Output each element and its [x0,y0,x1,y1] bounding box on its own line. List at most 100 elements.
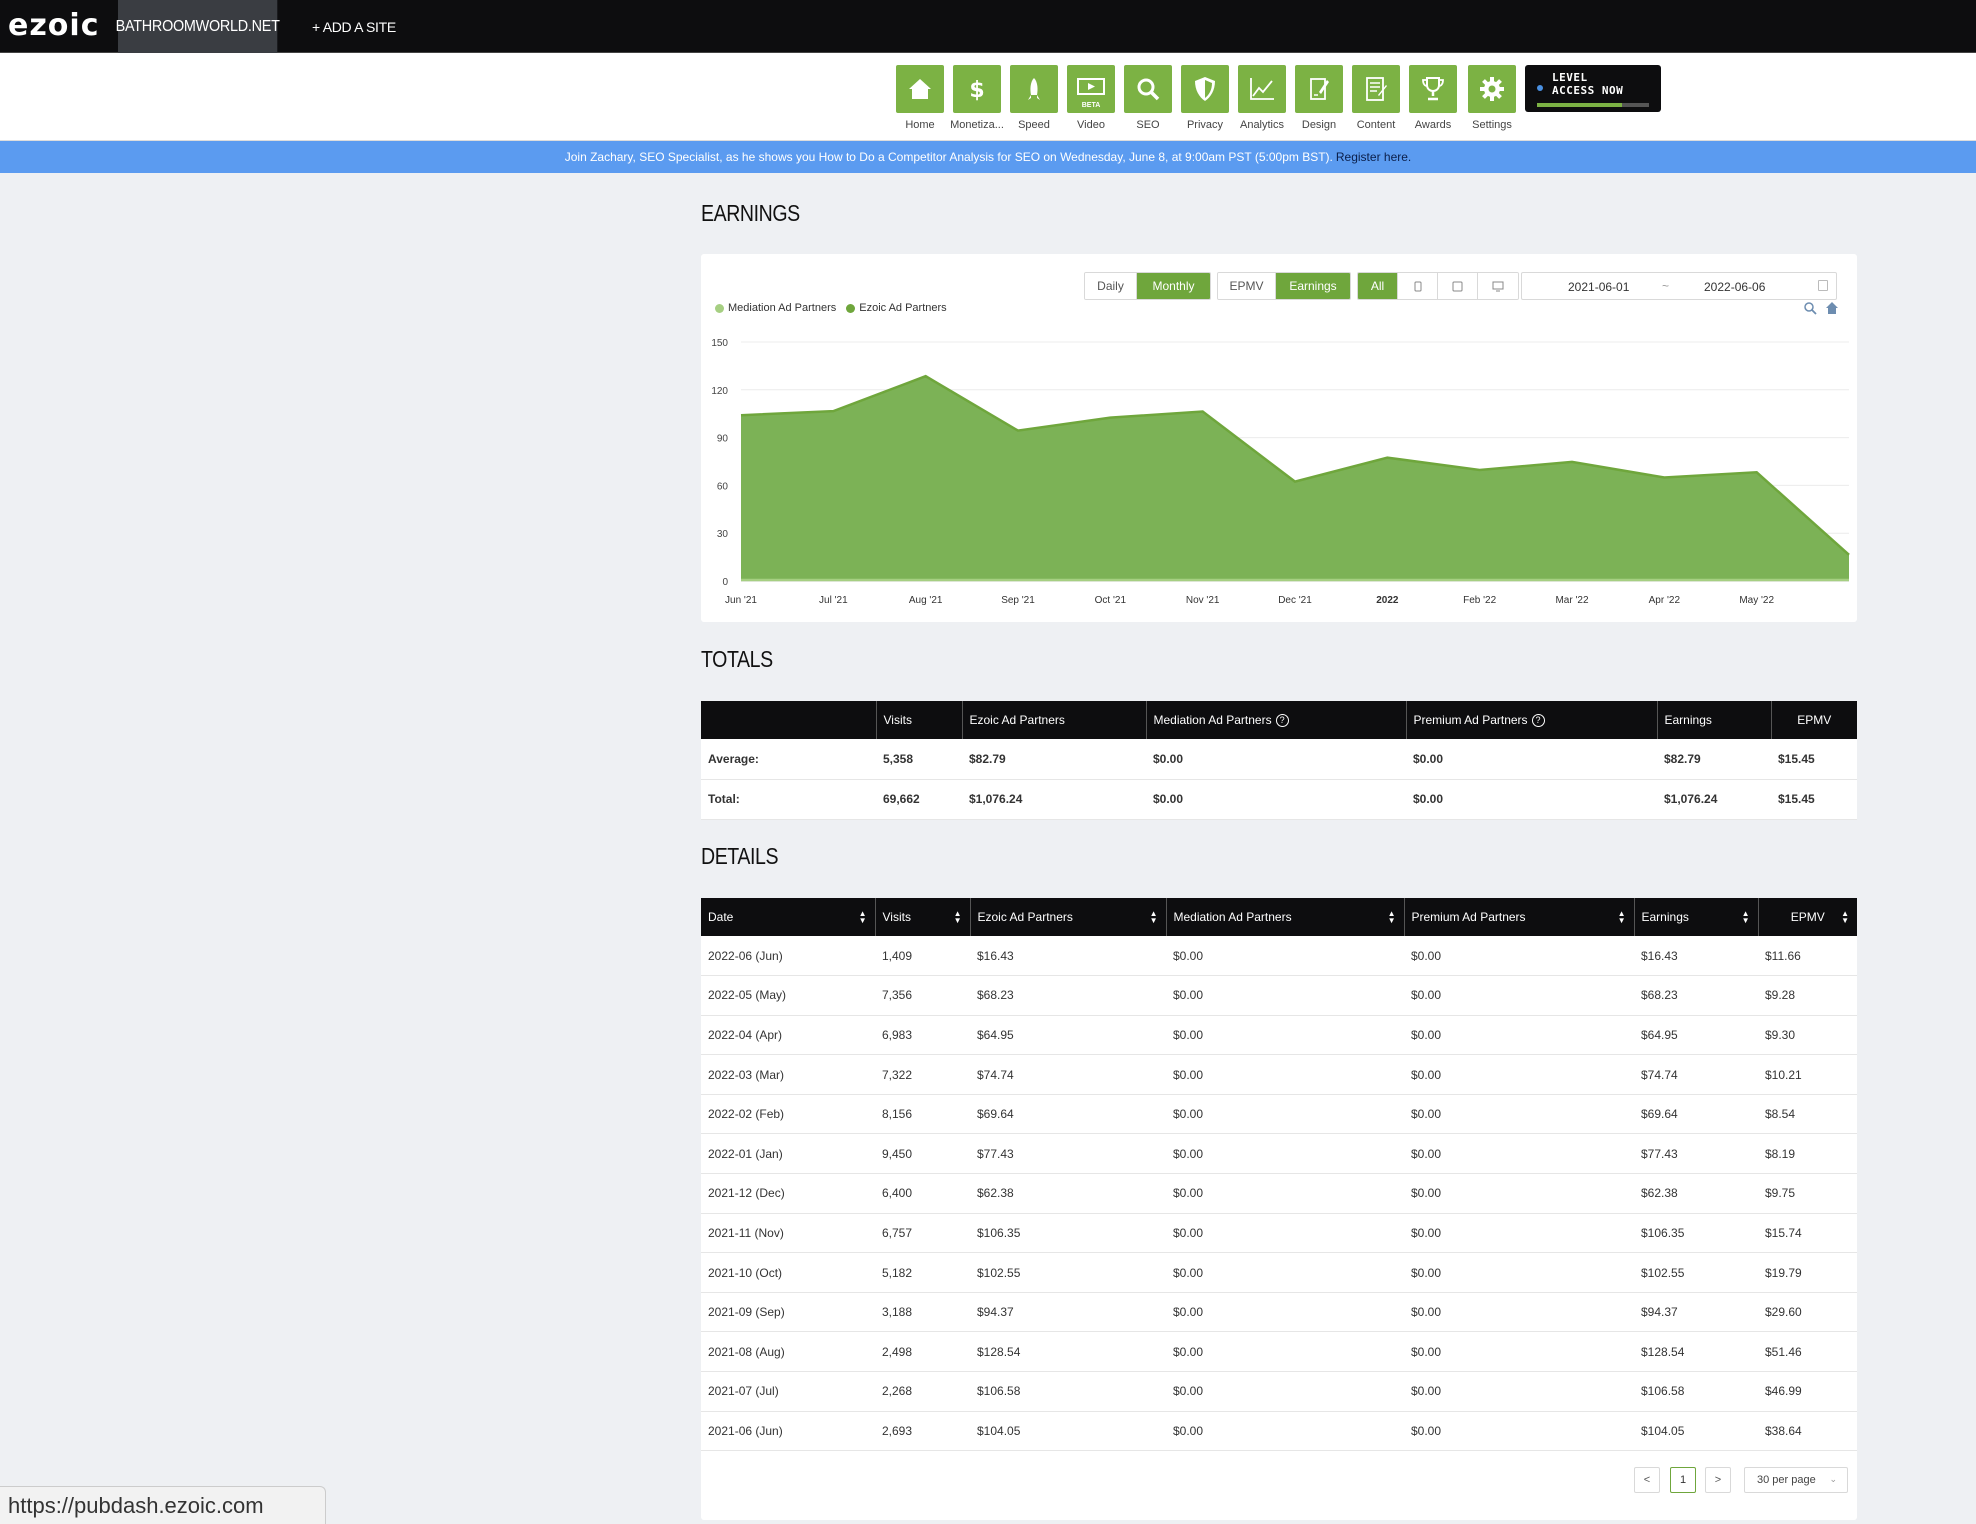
details-table: Date ▲ ▼ Visits ▲ ▼ Ezoic Ad Partners ▲ ▼ Medi… [701,898,1857,1452]
nav-design[interactable]: Design [1295,65,1343,131]
nav-content[interactable]: Content [1352,65,1400,131]
nav-awards[interactable]: Awards [1409,65,1457,131]
help-icon[interactable]: ? [1275,714,1289,728]
sort-header-mediation[interactable]: Mediation Ad Partners ▲ ▼ [1166,898,1405,936]
table-cell: $104.05 [1634,1411,1758,1452]
table-row: 2021-11 (Nov) 6,757 $106.35 $0.00 $0.00 $106.… [701,1213,1857,1254]
earnings-chart-card: Daily Monthly EPMV Earnings All 2021-06-… [701,254,1857,622]
nav-analytics[interactable]: Analytics [1238,65,1286,131]
nav-speed[interactable]: Speed [1010,65,1058,131]
line-chart-icon [1238,65,1286,113]
video-icon: BETA [1067,65,1115,113]
y-tick-label: 120 [711,386,728,397]
table-row: 2022-02 (Feb) 8,156 $69.64 $0.00 $0.00 $69.64… [701,1094,1857,1135]
table-cell: $0.00 [1166,1252,1404,1293]
level-access-label: LEVEL ACCESS NOW [1552,71,1624,97]
site-tab[interactable]: BATHROOMWORLD.NET [116,0,280,53]
table-cell: 2021-09 (Sep) [701,1292,875,1333]
table-cell: $74.74 [1634,1054,1758,1095]
table-cell: $0.00 [1404,1015,1634,1056]
table-cell: $16.43 [970,936,1166,977]
beta-badge: BETA [1081,102,1101,109]
per-page-select[interactable]: 30 per page ⌄ [1744,1467,1848,1493]
dollar-icon: $ [953,65,1001,113]
table-cell: $10.21 [1758,1054,1857,1095]
table-cell: $0.00 [1166,975,1404,1016]
table-cell: 6,757 [875,1213,970,1254]
earnings-area-chart: 0 30 60 90 120 150 Jun '21 Jul '21 Aug '21 Sep '2… [711,338,1850,606]
nav-video[interactable]: BETA Video [1067,65,1115,131]
table-cell: $128.54 [970,1331,1166,1373]
prev-page-button[interactable]: < [1634,1467,1660,1493]
add-site-link[interactable]: + ADD A SITE [312,0,396,53]
top-bar: ezoic BATHROOMWORLD.NET + ADD A SITE [0,0,1976,53]
table-cell: $0.00 [1404,975,1634,1016]
table-row: 2022-04 (Apr) 6,983 $64.95 $0.00 $0.00 $64.95… [701,1015,1857,1056]
table-cell: 3,188 [875,1292,970,1333]
table-cell: $128.54 [1634,1331,1758,1373]
nav-privacy[interactable]: Privacy [1181,65,1229,131]
table-cell: $8.54 [1758,1094,1857,1135]
table-cell: 69,662 [876,779,962,820]
table-row: 2022-05 (May) 7,356 $68.23 $0.00 $0.00 $68.23… [701,975,1857,1016]
nav-seo[interactable]: SEO [1124,65,1172,131]
table-cell: $64.95 [1634,1015,1758,1056]
x-tick-label: Dec '21 [1278,595,1312,606]
table-row: 2022-06 (Jun) 1,409 $16.43 $0.00 $0.00 $16.43… [701,936,1857,977]
nav-settings[interactable]: Settings [1468,65,1516,131]
shield-icon [1181,65,1229,113]
page-1-button[interactable]: 1 [1670,1467,1696,1493]
totals-row: Average: 5,358 $82.79 $0.00 $0.00 $82.79 $15.4… [701,739,1857,780]
table-cell: $62.38 [970,1173,1166,1214]
table-cell: $62.38 [1634,1173,1758,1214]
table-cell: $9.30 [1758,1015,1857,1056]
table-cell: 2022-01 (Jan) [701,1133,875,1175]
table-cell: $0.00 [1404,1054,1634,1095]
table-cell: $0.00 [1404,1331,1634,1373]
nav-home[interactable]: Home [896,65,944,131]
help-icon[interactable]: ? [1531,714,1545,728]
x-tick-label: Mar '22 [1555,595,1588,606]
sort-header-ezoic[interactable]: Ezoic Ad Partners ▲ ▼ [970,898,1167,936]
table-row: 2021-10 (Oct) 5,182 $102.55 $0.00 $0.00 $102.… [701,1252,1857,1293]
x-tick-label: 2022 [1376,595,1399,606]
table-cell: $0.00 [1166,1054,1404,1095]
table-row: 2021-06 (Jun) 2,693 $104.05 $0.00 $0.00 $104.… [701,1411,1857,1452]
design-icon [1295,65,1343,113]
table-cell: $0.00 [1166,1094,1404,1135]
table-cell: 2022-06 (Jun) [701,936,875,977]
table-cell: $82.79 [1657,739,1771,780]
table-cell: $0.00 [1404,936,1634,977]
totals-title: TOTALS [701,646,773,672]
table-cell: $1,076.24 [1657,779,1771,820]
sort-header-visits[interactable]: Visits ▲ ▼ [875,898,971,936]
table-cell: 2021-11 (Nov) [701,1213,875,1254]
x-tick-label: Nov '21 [1186,595,1220,606]
next-page-button[interactable]: > [1705,1467,1731,1493]
earnings-title: EARNINGS [701,200,800,226]
sort-icon: ▲ ▼ [1387,909,1396,925]
sort-header-date[interactable]: Date ▲ ▼ [701,898,876,936]
table-cell: $94.37 [1634,1292,1758,1333]
sort-header-epmv[interactable]: EPMV ▲ ▼ [1758,898,1857,936]
register-link[interactable]: Register here. [1336,150,1411,164]
sort-header-premium[interactable]: Premium Ad Partners ▲ ▼ [1404,898,1635,936]
table-cell: 2,498 [875,1331,970,1373]
nav-monetization[interactable]: $ Monetiza... [950,65,1004,131]
home-icon [896,65,944,113]
table-cell: 2022-02 (Feb) [701,1094,875,1135]
table-cell: 2021-08 (Aug) [701,1331,875,1373]
table-cell: $0.00 [1146,739,1406,780]
x-tick-label: Jul '21 [819,595,848,606]
totals-header-earnings: Earnings [1657,701,1772,739]
level-access-button[interactable]: LEVEL ACCESS NOW [1525,65,1661,112]
table-cell: $0.00 [1166,1371,1404,1412]
table-cell: $8.19 [1758,1133,1857,1175]
main-toolbar: Home $ Monetiza... Speed BETA Video SEO … [0,53,1976,141]
sort-icon: ▲ ▼ [1617,909,1626,925]
table-cell: $68.23 [970,975,1166,1016]
table-row: 2021-08 (Aug) 2,498 $128.54 $0.00 $0.00 $128.… [701,1331,1857,1373]
table-cell: $64.95 [970,1015,1166,1056]
sort-header-earnings[interactable]: Earnings ▲ ▼ [1634,898,1759,936]
ezoic-logo[interactable]: ezoic [8,8,99,43]
